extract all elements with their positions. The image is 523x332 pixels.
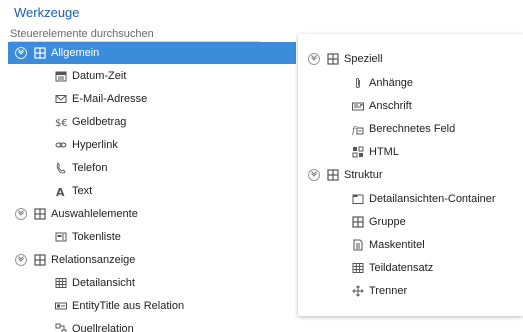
tool-label: Anhänge xyxy=(369,77,414,89)
text-icon: A xyxy=(54,185,67,198)
tool-label: Teildatensatz xyxy=(369,262,434,274)
group-auswahlelemente[interactable]: Auswahlelemente xyxy=(8,203,138,225)
tool-tokenliste[interactable]: Tokenliste xyxy=(8,226,121,248)
grid-group-icon xyxy=(351,216,364,229)
tool-anschrift[interactable]: Anschrift xyxy=(298,95,412,117)
tool-label: Datum-Zeit xyxy=(72,70,127,82)
tool-label: Geldbetrag xyxy=(72,116,127,128)
grid-group-icon xyxy=(33,254,46,267)
document-icon xyxy=(351,239,364,252)
search-input[interactable] xyxy=(10,27,260,42)
group-label: Relationsanzeige xyxy=(51,254,136,266)
tool-hyperlink[interactable]: Hyperlink xyxy=(8,134,118,156)
tool-detailansichten-container[interactable]: Detailansichten-Container xyxy=(298,188,496,210)
toolbox-tree-left: Allgemein Datum-Zeit E-Mail-Adresse $€ G… xyxy=(8,42,296,332)
grid-group-icon xyxy=(326,53,339,66)
tool-berechnetes-feld[interactable]: f Berechnetes Feld xyxy=(298,118,456,140)
grid-group-icon xyxy=(33,208,46,221)
tool-geldbetrag[interactable]: $€ Geldbetrag xyxy=(8,111,127,133)
group-label: Auswahlelemente xyxy=(51,208,138,220)
tool-telefon[interactable]: Telefon xyxy=(8,157,107,179)
link-icon xyxy=(54,139,67,152)
group-speziell[interactable]: Speziell xyxy=(298,48,383,70)
tool-label: EntityTitle aus Relation xyxy=(72,300,185,312)
table-icon xyxy=(351,262,364,275)
tool-label: E-Mail-Adresse xyxy=(72,93,148,105)
tool-label: Detailansichten-Container xyxy=(369,193,496,205)
tool-datum-zeit[interactable]: Datum-Zeit xyxy=(8,65,126,87)
group-allgemein[interactable]: Allgemein xyxy=(8,42,296,64)
tool-label: Detailansicht xyxy=(72,277,135,289)
relation-icon xyxy=(54,323,67,332)
entity-title-icon xyxy=(54,300,67,313)
tool-trenner[interactable]: Trenner xyxy=(298,280,407,302)
currency-icon: $€ xyxy=(54,116,67,129)
tool-label: Trenner xyxy=(369,285,408,297)
tool-entitytitle-aus-relation[interactable]: EntityTitle aus Relation xyxy=(8,295,184,317)
svg-text:$€: $€ xyxy=(55,118,67,128)
grid-group-icon xyxy=(326,169,339,182)
tool-email-adresse[interactable]: E-Mail-Adresse xyxy=(8,88,147,110)
group-struktur[interactable]: Struktur xyxy=(298,164,383,186)
tool-label: Berechnetes Feld xyxy=(369,123,456,135)
tool-label: Text xyxy=(72,185,93,197)
tool-quellrelation[interactable]: Quellrelation xyxy=(8,318,134,332)
group-relationsanzeige[interactable]: Relationsanzeige xyxy=(8,249,135,271)
toolbox-title: Werkzeuge xyxy=(14,5,80,20)
table-icon xyxy=(54,277,67,290)
tool-label: Gruppe xyxy=(369,216,406,228)
group-label: Allgemein xyxy=(51,47,100,59)
tool-anhaenge[interactable]: Anhänge xyxy=(298,72,413,94)
calendar-icon xyxy=(54,70,67,83)
collapse-toggle-icon[interactable] xyxy=(15,47,27,59)
collapse-toggle-icon[interactable] xyxy=(15,208,27,220)
group-label: Speziell xyxy=(344,53,383,65)
collapse-toggle-icon[interactable] xyxy=(15,254,27,266)
toolbox-tree-right: Speziell Anhänge Anschrift f Berechnetes… xyxy=(298,34,523,316)
tool-label: Quellrelation xyxy=(72,323,134,332)
tool-label: Tokenliste xyxy=(72,231,121,243)
token-list-icon xyxy=(54,231,67,244)
group-label: Struktur xyxy=(344,169,383,181)
address-icon xyxy=(351,100,364,113)
collapse-toggle-icon[interactable] xyxy=(308,169,320,181)
tool-maskentitel[interactable]: Maskentitel xyxy=(298,234,425,256)
collapse-toggle-icon[interactable] xyxy=(308,53,320,65)
paperclip-icon xyxy=(351,77,364,90)
svg-text:f: f xyxy=(352,126,357,135)
svg-text:A: A xyxy=(56,186,65,197)
formula-icon: f xyxy=(351,123,364,136)
tool-label: Hyperlink xyxy=(72,139,118,151)
tool-label: Maskentitel xyxy=(369,239,425,251)
grid-group-icon xyxy=(33,47,46,60)
container-icon xyxy=(351,193,364,206)
envelope-icon xyxy=(54,93,67,106)
tool-gruppe[interactable]: Gruppe xyxy=(298,211,406,233)
html-icon xyxy=(351,146,364,159)
tool-label: Anschrift xyxy=(369,100,412,112)
move-arrows-icon xyxy=(351,285,364,298)
tool-label: HTML xyxy=(369,146,399,158)
tool-detailansicht[interactable]: Detailansicht xyxy=(8,272,135,294)
phone-icon xyxy=(54,162,67,175)
tool-html[interactable]: HTML xyxy=(298,141,399,163)
tool-teildatensatz[interactable]: Teildatensatz xyxy=(298,257,433,279)
tool-text[interactable]: A Text xyxy=(8,180,93,202)
tool-label: Telefon xyxy=(72,162,108,174)
